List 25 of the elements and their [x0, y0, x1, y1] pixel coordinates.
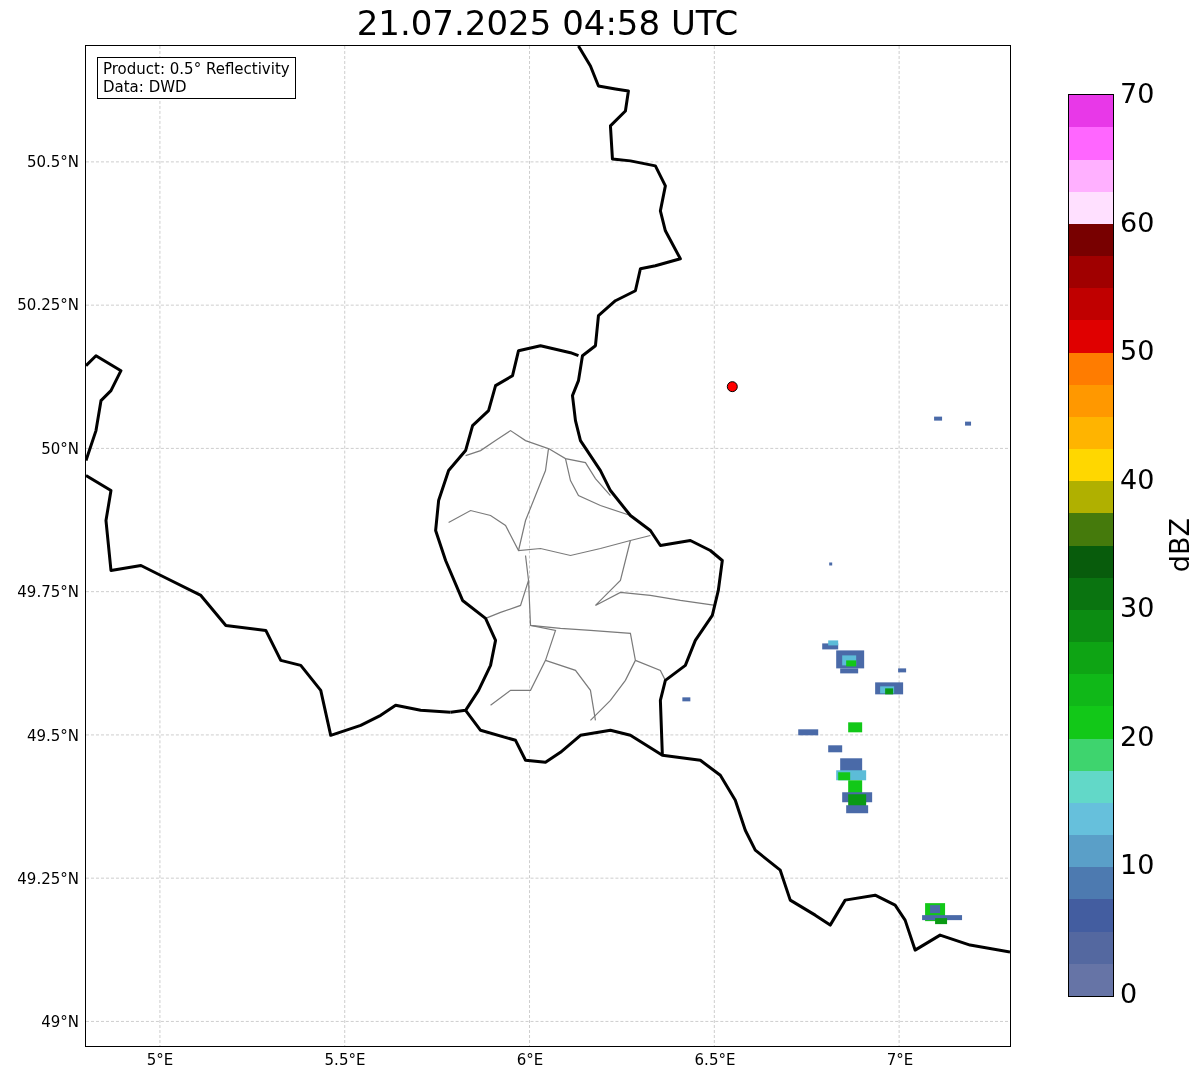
colorbar-tick-label: 0 — [1120, 979, 1138, 1009]
legend-text: Data: DWD — [103, 78, 188, 96]
colorbar-tick-label: 30 — [1120, 593, 1155, 624]
longitude-label: 6.5°E — [694, 1051, 736, 1069]
latitude-label: 49°N — [41, 1013, 79, 1032]
latitude-label: 49.5°N — [26, 726, 79, 745]
colorbar-tick-label: 50 — [1120, 336, 1155, 367]
latitude-label: 49.25°N — [17, 870, 79, 888]
colorbar-tick-label: 10 — [1120, 850, 1155, 881]
latitude-label: 50°N — [41, 439, 79, 458]
latitude-label: 50.25°N — [17, 296, 79, 315]
colorbar-tick-label: 20 — [1120, 721, 1155, 752]
latitude-label: 50.5°N — [26, 153, 79, 171]
longitude-label: 5°E — [146, 1051, 174, 1069]
longitude-label: 5.5°E — [324, 1051, 366, 1069]
latitude-label: 49.75°N — [17, 583, 79, 602]
colorbar-tick-label: 70 — [1120, 79, 1155, 109]
longitude-label: 6°E — [516, 1051, 544, 1069]
longitude-label: 7°E — [886, 1051, 914, 1069]
colorbar-tick-label: 40 — [1120, 464, 1155, 495]
colorbar-tick-label: 60 — [1120, 207, 1155, 238]
chart-title: 21.07.2025 04:58 UTC — [356, 2, 739, 43]
legend-text: Product: 0.5° Reflectivity — [103, 60, 290, 78]
radar-site-marker — [726, 381, 738, 393]
colorbar-label: dBZ — [1164, 518, 1195, 573]
